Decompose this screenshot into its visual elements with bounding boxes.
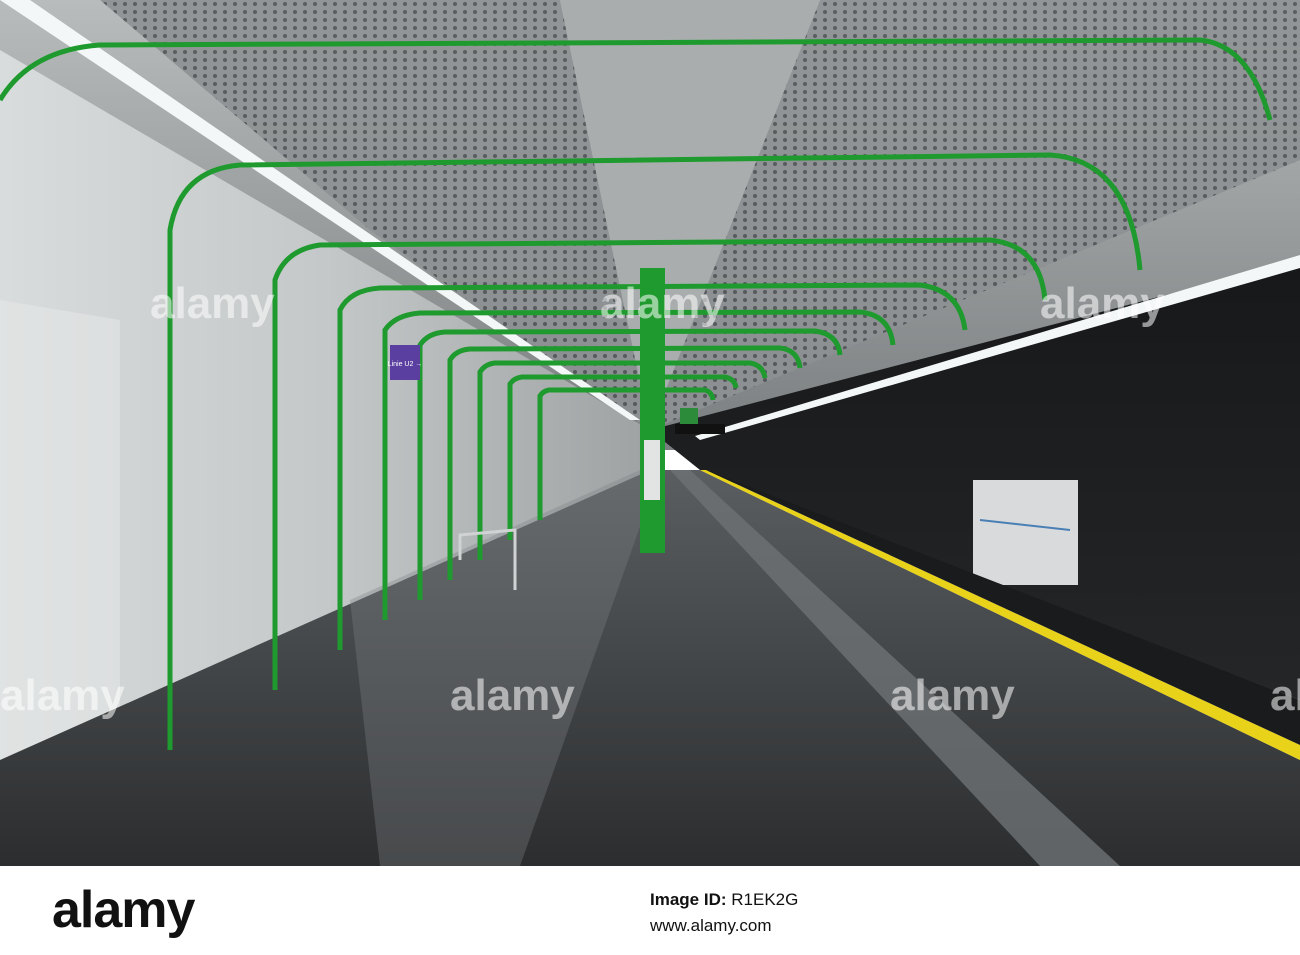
svg-text:alamy: alamy xyxy=(1040,279,1165,328)
stock-footer: alamy Image ID: R1EK2G www.alamy.com xyxy=(0,866,1300,955)
footer-logo: alamy xyxy=(52,881,195,939)
route-map-panel xyxy=(973,480,1078,585)
svg-text:alamy: alamy xyxy=(450,671,575,720)
image-id: Image ID: R1EK2G xyxy=(650,890,798,910)
line-sign-text: Linie U2 → xyxy=(388,361,423,368)
station-photo: Linie U2 → alamy alamy alamy alamy alamy… xyxy=(0,0,1300,866)
footer-url[interactable]: www.alamy.com xyxy=(650,916,772,936)
svg-text:alamy: alamy xyxy=(890,671,1015,720)
svg-text:alamy: alamy xyxy=(150,279,275,328)
svg-text:alamy: alamy xyxy=(600,279,725,328)
svg-text:alamy: alamy xyxy=(1270,671,1300,720)
svg-text:alamy: alamy xyxy=(0,671,125,720)
image-id-label: Image ID: xyxy=(650,890,727,909)
image-id-value: R1EK2G xyxy=(731,890,799,909)
